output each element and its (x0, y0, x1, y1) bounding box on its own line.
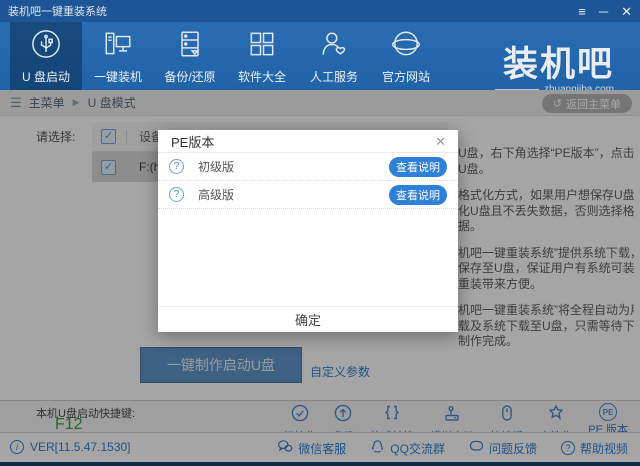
nav-label: U 盘启动 (22, 68, 70, 85)
nav-label: 人工服务 (310, 68, 358, 85)
nav-label: 软件大全 (238, 68, 286, 85)
question-circle-icon: ? (169, 187, 184, 202)
main-navbar: U 盘启动 一键装机 备份/还原 软件大全 (0, 22, 640, 90)
nav-item-backup-restore[interactable]: 备份/还原 (154, 22, 226, 90)
nav-item-usb-boot[interactable]: U 盘启动 (10, 22, 82, 90)
nav-item-one-key-install[interactable]: 一键装机 (82, 22, 154, 90)
pe-option-basic: ? 初级版 查看说明 (158, 153, 458, 181)
backup-restore-icon (174, 28, 206, 65)
dialog-close-icon[interactable]: ✕ (435, 134, 446, 150)
nav-item-official-website[interactable]: 官方网站 (370, 22, 442, 90)
logo-text: 装机吧 (495, 47, 614, 82)
pe-option-label: 高级版 (198, 186, 234, 203)
apps-grid-icon (246, 28, 278, 65)
nav-items: U 盘启动 一键装机 备份/还原 软件大全 (10, 22, 442, 90)
brand-logo: 装机吧 zhuangjiba.com (495, 47, 614, 95)
window-controls: ≡ ─ ✕ (578, 0, 632, 22)
nav-item-software-collection[interactable]: 软件大全 (226, 22, 298, 90)
globe-icon (390, 28, 422, 65)
question-circle-icon: ? (169, 159, 184, 174)
pe-version-dialog: PE版本 ✕ ? 初级版 查看说明 ? 高级版 查看说明 确定 (158, 130, 458, 332)
computer-icon (102, 28, 134, 65)
pe-option-label: 初级版 (198, 158, 234, 175)
nav-label: 官方网站 (382, 68, 430, 85)
titlebar: 装机吧一键重装系统 ≡ ─ ✕ (0, 0, 640, 22)
menu-icon[interactable]: ≡ (578, 5, 586, 18)
usb-icon (30, 28, 62, 65)
close-icon[interactable]: ✕ (621, 5, 632, 18)
minimize-icon[interactable]: ─ (599, 5, 608, 18)
nav-item-manual-service[interactable]: 人工服务 (298, 22, 370, 90)
person-service-icon (318, 28, 350, 65)
confirm-button[interactable]: 确定 (295, 310, 321, 329)
view-description-button[interactable]: 查看说明 (389, 157, 447, 177)
dialog-footer: 确定 (158, 306, 458, 332)
nav-label: 备份/还原 (164, 68, 215, 85)
dialog-header: PE版本 ✕ (158, 130, 458, 153)
window-title: 装机吧一键重装系统 (8, 3, 107, 19)
app-window: 装机吧一键重装系统 ≡ ─ ✕ U 盘启动 一键装机 (0, 0, 640, 466)
dialog-title: PE版本 (171, 132, 214, 151)
view-description-button[interactable]: 查看说明 (389, 185, 447, 205)
pe-option-advanced: ? 高级版 查看说明 (158, 181, 458, 209)
nav-label: 一键装机 (94, 68, 142, 85)
